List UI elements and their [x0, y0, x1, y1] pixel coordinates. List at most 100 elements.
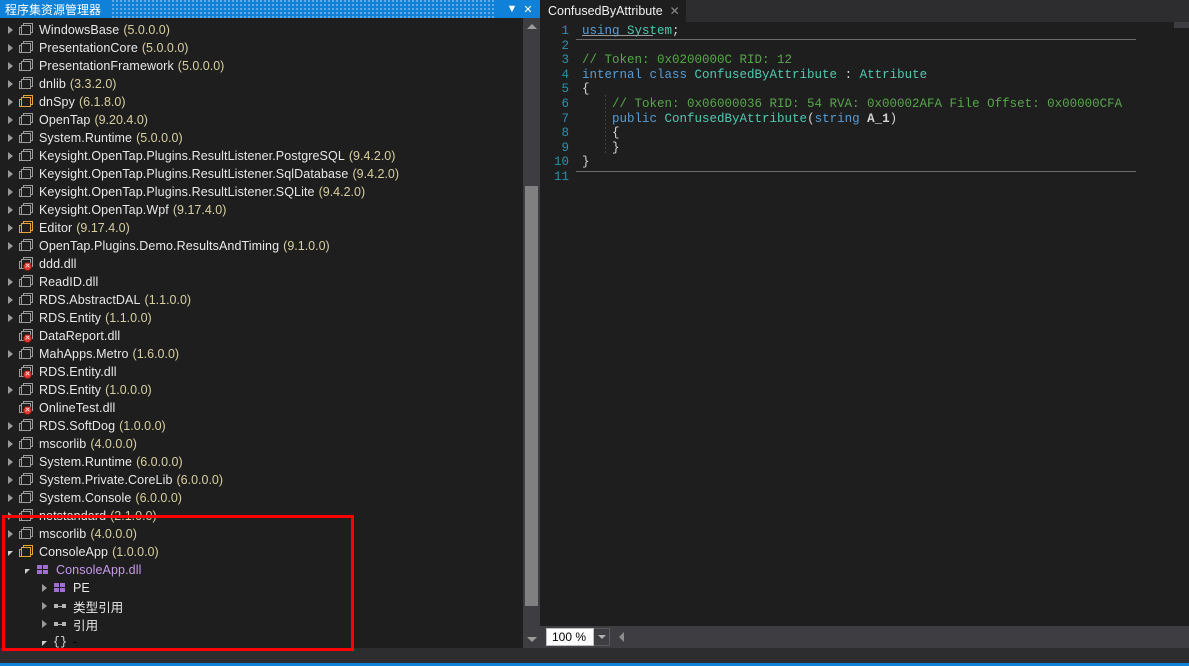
code-lines[interactable]: using System; // Token: 0x0200000C RID: …: [576, 22, 1189, 185]
chevron-right-icon[interactable]: [4, 291, 17, 309]
tree-row[interactable]: Keysight.OpenTap.Plugins.ResultListener.…: [0, 165, 517, 183]
chevron-right-icon[interactable]: [4, 273, 17, 291]
chevron-right-icon[interactable]: [4, 39, 17, 57]
tree-row[interactable]: OpenTap (9.20.4.0): [0, 111, 517, 129]
chevron-right-icon[interactable]: [4, 147, 17, 165]
chevron-down-icon[interactable]: [4, 543, 17, 561]
chevron-down-icon[interactable]: [38, 633, 51, 648]
tree-row[interactable]: RDS.AbstractDAL (1.1.0.0): [0, 291, 517, 309]
scroll-down-arrow-icon[interactable]: [523, 631, 540, 648]
tree-row[interactable]: ReadID.dll: [0, 273, 517, 291]
chevron-right-icon[interactable]: [4, 525, 17, 543]
tree-row[interactable]: RDS.SoftDog (1.0.0.0): [0, 417, 517, 435]
chevron-right-icon[interactable]: [4, 219, 17, 237]
chevron-right-icon[interactable]: [4, 435, 17, 453]
chevron-right-icon[interactable]: [4, 471, 17, 489]
caret-left-icon[interactable]: [614, 628, 629, 646]
tree-row[interactable]: ✕ ddd.dll: [0, 255, 517, 273]
current-line-underline: [576, 38, 1136, 40]
assembly-icon: [17, 382, 35, 398]
editor-tabstrip: ConfusedByAttribute ✕: [540, 0, 1189, 22]
tree-row[interactable]: OpenTap.Plugins.Demo.ResultsAndTiming (9.…: [0, 237, 517, 255]
chevron-right-icon[interactable]: [4, 345, 17, 363]
editor-vertical-scrollbar[interactable]: [1174, 22, 1189, 644]
chevron-right-icon[interactable]: [4, 165, 17, 183]
tree-row[interactable]: dnlib (3.3.2.0): [0, 75, 517, 93]
tree-row[interactable]: ✕ RDS.Entity.dll: [0, 363, 517, 381]
tree-row[interactable]: {} -: [0, 633, 517, 648]
zoom-level-value[interactable]: 100 %: [546, 628, 594, 646]
tree-row[interactable]: 引用: [0, 615, 517, 633]
scroll-up-arrow-icon[interactable]: [523, 18, 540, 35]
tree-row-version: (5.0.0.0): [136, 131, 183, 145]
chevron-right-icon[interactable]: [38, 597, 51, 615]
assembly-icon: [17, 436, 35, 452]
code-token: string: [814, 111, 868, 126]
tree-row[interactable]: mscorlib (4.0.0.0): [0, 525, 517, 543]
chevron-right-icon[interactable]: [4, 129, 17, 147]
tree-row[interactable]: Keysight.OpenTap.Plugins.ResultListener.…: [0, 147, 517, 165]
editor-scroll-thumb[interactable]: [1174, 22, 1189, 28]
chevron-right-icon[interactable]: [38, 615, 51, 633]
chevron-right-icon[interactable]: [38, 579, 51, 597]
chevron-down-icon[interactable]: ▼: [504, 0, 520, 18]
tree-row[interactable]: dnSpy (6.1.8.0): [0, 93, 517, 111]
code-editor[interactable]: 1 2 3 4 5 6 7 8 9 10 11 using System; // Token: 0x…: [540, 22, 1189, 644]
tree-row[interactable]: System.Console (6.0.0.0): [0, 489, 517, 507]
tree-row[interactable]: Keysight.OpenTap.Wpf (9.17.4.0): [0, 201, 517, 219]
chevron-right-icon[interactable]: [4, 183, 17, 201]
tree-row[interactable]: ConsoleApp.dll: [0, 561, 517, 579]
tree-vertical-scroll-thumb[interactable]: [525, 186, 538, 606]
tree-row[interactable]: Editor (9.17.4.0): [0, 219, 517, 237]
tree-row-label: dnSpy: [39, 95, 75, 109]
tree-row[interactable]: ConsoleApp (1.0.0.0): [0, 543, 517, 561]
chevron-down-icon[interactable]: [594, 628, 610, 646]
assembly-icon: [17, 238, 35, 254]
tree-row[interactable]: System.Runtime (5.0.0.0): [0, 129, 517, 147]
chevron-right-icon[interactable]: [4, 57, 17, 75]
tree-row[interactable]: netstandard (2.1.0.0): [0, 507, 517, 525]
namespace-icon: {}: [52, 635, 68, 648]
tree-row-label: Keysight.OpenTap.Wpf: [39, 203, 169, 217]
code-line: public ConfusedByAttribute(string A_1): [582, 112, 1189, 127]
tab-confusedbyattribute[interactable]: ConfusedByAttribute ✕: [540, 0, 686, 22]
chevron-right-icon[interactable]: [4, 111, 17, 129]
tree-row[interactable]: PE: [0, 579, 517, 597]
tree-row[interactable]: ✕ OnlineTest.dll: [0, 399, 517, 417]
chevron-right-icon[interactable]: [4, 93, 17, 111]
tree-row[interactable]: System.Private.CoreLib (6.0.0.0): [0, 471, 517, 489]
chevron-right-icon[interactable]: [4, 453, 17, 471]
code-line: internal class ConfusedByAttribute : Att…: [582, 68, 1189, 83]
chevron-down-icon[interactable]: [21, 561, 34, 579]
tree-row[interactable]: RDS.Entity (1.0.0.0): [0, 381, 517, 399]
panel-drag-grip[interactable]: [112, 0, 496, 18]
tree-row[interactable]: Keysight.OpenTap.Plugins.ResultListener.…: [0, 183, 517, 201]
tree-row-label: 类型引用: [73, 600, 124, 615]
tree-row-label: RDS.SoftDog: [39, 419, 116, 433]
tree-row-label: ConsoleApp.dll: [56, 563, 142, 577]
tree-row[interactable]: ✕ DataReport.dll: [0, 327, 517, 345]
tree-row[interactable]: RDS.Entity (1.1.0.0): [0, 309, 517, 327]
close-icon[interactable]: ✕: [520, 0, 536, 18]
chevron-right-icon[interactable]: [4, 75, 17, 93]
chevron-right-icon[interactable]: [4, 201, 17, 219]
tree-row[interactable]: mscorlib (4.0.0.0): [0, 435, 517, 453]
chevron-right-icon[interactable]: [4, 381, 17, 399]
chevron-right-icon[interactable]: [4, 21, 17, 39]
chevron-right-icon[interactable]: [4, 417, 17, 435]
tree-row[interactable]: System.Runtime (6.0.0.0): [0, 453, 517, 471]
chevron-right-icon[interactable]: [4, 489, 17, 507]
assembly-error-icon: ✕: [17, 328, 35, 344]
tree-row[interactable]: MahApps.Metro (1.6.0.0): [0, 345, 517, 363]
chevron-right-icon[interactable]: [4, 237, 17, 255]
chevron-right-icon[interactable]: [4, 309, 17, 327]
tree-row[interactable]: PresentationCore (5.0.0.0): [0, 39, 517, 57]
tree-row[interactable]: 类型引用: [0, 597, 517, 615]
tree-vertical-scrollbar[interactable]: [523, 18, 540, 648]
chevron-right-icon[interactable]: [4, 507, 17, 525]
assembly-tree-scroll-area[interactable]: WindowsBase (5.0.0.0) PresentationCore (5.0…: [0, 18, 540, 648]
editor-horizontal-scrollbar[interactable]: [614, 628, 1189, 646]
close-icon[interactable]: ✕: [670, 5, 680, 17]
tree-row[interactable]: PresentationFramework (5.0.0.0): [0, 57, 517, 75]
tree-row[interactable]: WindowsBase (5.0.0.0): [0, 21, 517, 39]
